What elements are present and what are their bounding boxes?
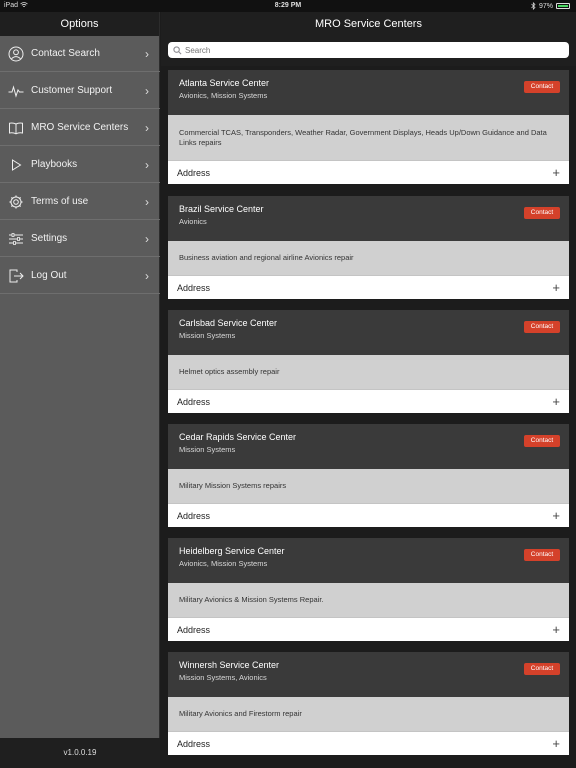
center-description: Military Avionics & Mission Systems Repa… bbox=[168, 583, 569, 617]
center-specialties: Mission Systems bbox=[179, 331, 236, 340]
sidebar-item-label: Log Out bbox=[31, 270, 67, 281]
center-name: Cedar Rapids Service Center bbox=[179, 432, 297, 442]
service-center-card: Cedar Rapids Service Center Mission Syst… bbox=[168, 424, 569, 527]
center-name: Carlsbad Service Center bbox=[179, 318, 278, 328]
battery-percent: 97% bbox=[538, 2, 553, 10]
contact-button[interactable]: Contact bbox=[524, 549, 560, 561]
sidebar-item-settings[interactable]: Settings › bbox=[0, 221, 160, 257]
service-center-card: Atlanta Service Center Avionics, Mission… bbox=[168, 70, 569, 184]
center-description: Military Mission Systems repairs bbox=[168, 469, 569, 503]
address-label: Address bbox=[177, 282, 211, 293]
status-bar: iPad 8:29 PM 97% bbox=[0, 0, 576, 12]
address-label: Address bbox=[177, 624, 211, 635]
sidebar: Options Contact Search › Customer Suppor… bbox=[0, 12, 160, 768]
sidebar-item-playbooks[interactable]: Playbooks › bbox=[0, 147, 160, 183]
sidebar-item-customer-support[interactable]: Customer Support › bbox=[0, 73, 160, 109]
chevron-right-icon: › bbox=[145, 231, 149, 246]
card-header: Heidelberg Service Center Avionics, Miss… bbox=[168, 538, 569, 583]
chevron-right-icon: › bbox=[145, 120, 149, 135]
address-label: Address bbox=[177, 167, 211, 178]
plus-icon[interactable]: + bbox=[552, 736, 560, 751]
plus-icon[interactable]: + bbox=[552, 394, 560, 409]
address-label: Address bbox=[177, 738, 211, 749]
logout-icon bbox=[7, 267, 25, 285]
search-input[interactable] bbox=[185, 45, 545, 55]
plus-icon[interactable]: + bbox=[552, 165, 560, 180]
address-row[interactable]: Address + bbox=[168, 160, 569, 184]
card-header: Cedar Rapids Service Center Mission Syst… bbox=[168, 424, 569, 469]
sidebar-item-label: Playbooks bbox=[31, 159, 78, 170]
address-row[interactable]: Address + bbox=[168, 617, 569, 641]
sidebar-item-mro-service-centers[interactable]: MRO Service Centers › bbox=[0, 110, 160, 146]
plus-icon[interactable]: + bbox=[552, 622, 560, 637]
sidebar-item-log-out[interactable]: Log Out › bbox=[0, 258, 160, 294]
address-label: Address bbox=[177, 510, 211, 521]
center-specialties: Avionics, Mission Systems bbox=[179, 91, 268, 100]
battery-fill bbox=[558, 5, 568, 7]
sliders-icon bbox=[7, 230, 25, 248]
address-label: Address bbox=[177, 396, 211, 407]
service-center-card: Heidelberg Service Center Avionics, Miss… bbox=[168, 538, 569, 641]
sidebar-item-label: Contact Search bbox=[31, 48, 100, 59]
card-header: Carlsbad Service Center Mission Systems … bbox=[168, 310, 569, 355]
center-specialties: Avionics bbox=[179, 217, 207, 226]
center-name: Heidelberg Service Center bbox=[179, 546, 285, 556]
address-row[interactable]: Address + bbox=[168, 275, 569, 299]
plus-icon[interactable]: + bbox=[552, 280, 560, 295]
sidebar-title: Options bbox=[0, 12, 159, 36]
sidebar-item-label: Terms of use bbox=[31, 196, 89, 207]
main-panel: MRO Service Centers Atlanta Service Cent… bbox=[161, 12, 576, 768]
sidebar-item-contact-search[interactable]: Contact Search › bbox=[0, 36, 160, 72]
status-right: 97% bbox=[531, 2, 570, 10]
page-title: MRO Service Centers bbox=[161, 12, 576, 36]
center-description: Business aviation and regional airline A… bbox=[168, 241, 569, 275]
app-version: v1.0.0.19 bbox=[0, 738, 160, 768]
pulse-icon bbox=[7, 82, 25, 100]
chevron-right-icon: › bbox=[145, 194, 149, 209]
card-header: Atlanta Service Center Avionics, Mission… bbox=[168, 70, 569, 115]
plus-icon[interactable]: + bbox=[552, 508, 560, 523]
sidebar-item-label: MRO Service Centers bbox=[31, 122, 129, 133]
chevron-right-icon: › bbox=[145, 83, 149, 98]
user-circle-icon bbox=[7, 45, 25, 63]
center-specialties: Avionics, Mission Systems bbox=[179, 559, 268, 568]
center-specialties: Mission Systems, Avionics bbox=[179, 673, 267, 682]
service-center-card: Winnersh Service Center Mission Systems,… bbox=[168, 652, 569, 755]
address-row[interactable]: Address + bbox=[168, 503, 569, 527]
search-box[interactable] bbox=[168, 42, 569, 58]
chevron-right-icon: › bbox=[145, 157, 149, 172]
center-name: Winnersh Service Center bbox=[179, 660, 280, 670]
address-row[interactable]: Address + bbox=[168, 389, 569, 413]
sidebar-item-label: Settings bbox=[31, 233, 68, 244]
contact-button[interactable]: Contact bbox=[524, 663, 560, 675]
battery-icon bbox=[556, 3, 570, 9]
address-row[interactable]: Address + bbox=[168, 731, 569, 755]
center-name: Atlanta Service Center bbox=[179, 78, 270, 88]
center-description: Military Avionics and Firestorm repair bbox=[168, 697, 569, 731]
book-icon bbox=[7, 119, 25, 137]
contact-button[interactable]: Contact bbox=[524, 321, 560, 333]
bluetooth-icon bbox=[531, 2, 536, 10]
card-header: Winnersh Service Center Mission Systems,… bbox=[168, 652, 569, 697]
center-description: Helmet optics assembly repair bbox=[168, 355, 569, 389]
search-icon bbox=[173, 45, 182, 54]
sidebar-item-terms-of-use[interactable]: Terms of use › bbox=[0, 184, 160, 220]
contact-button[interactable]: Contact bbox=[524, 207, 560, 219]
contact-button[interactable]: Contact bbox=[524, 435, 560, 447]
chevron-right-icon: › bbox=[145, 268, 149, 283]
center-specialties: Mission Systems bbox=[179, 445, 236, 454]
chevron-right-icon: › bbox=[145, 46, 149, 61]
center-description: Commercial TCAS, Transponders, Weather R… bbox=[168, 115, 569, 160]
gear-icon bbox=[7, 193, 25, 211]
play-icon bbox=[7, 156, 25, 174]
contact-button[interactable]: Contact bbox=[524, 81, 560, 93]
status-time: 8:29 PM bbox=[274, 2, 302, 9]
card-header: Brazil Service Center Avionics Contact bbox=[168, 196, 569, 241]
search-bar bbox=[161, 36, 576, 66]
service-center-card: Carlsbad Service Center Mission Systems … bbox=[168, 310, 569, 413]
center-name: Brazil Service Center bbox=[179, 204, 264, 214]
service-center-card: Brazil Service Center Avionics Contact B… bbox=[168, 196, 569, 299]
sidebar-item-label: Customer Support bbox=[31, 85, 113, 96]
